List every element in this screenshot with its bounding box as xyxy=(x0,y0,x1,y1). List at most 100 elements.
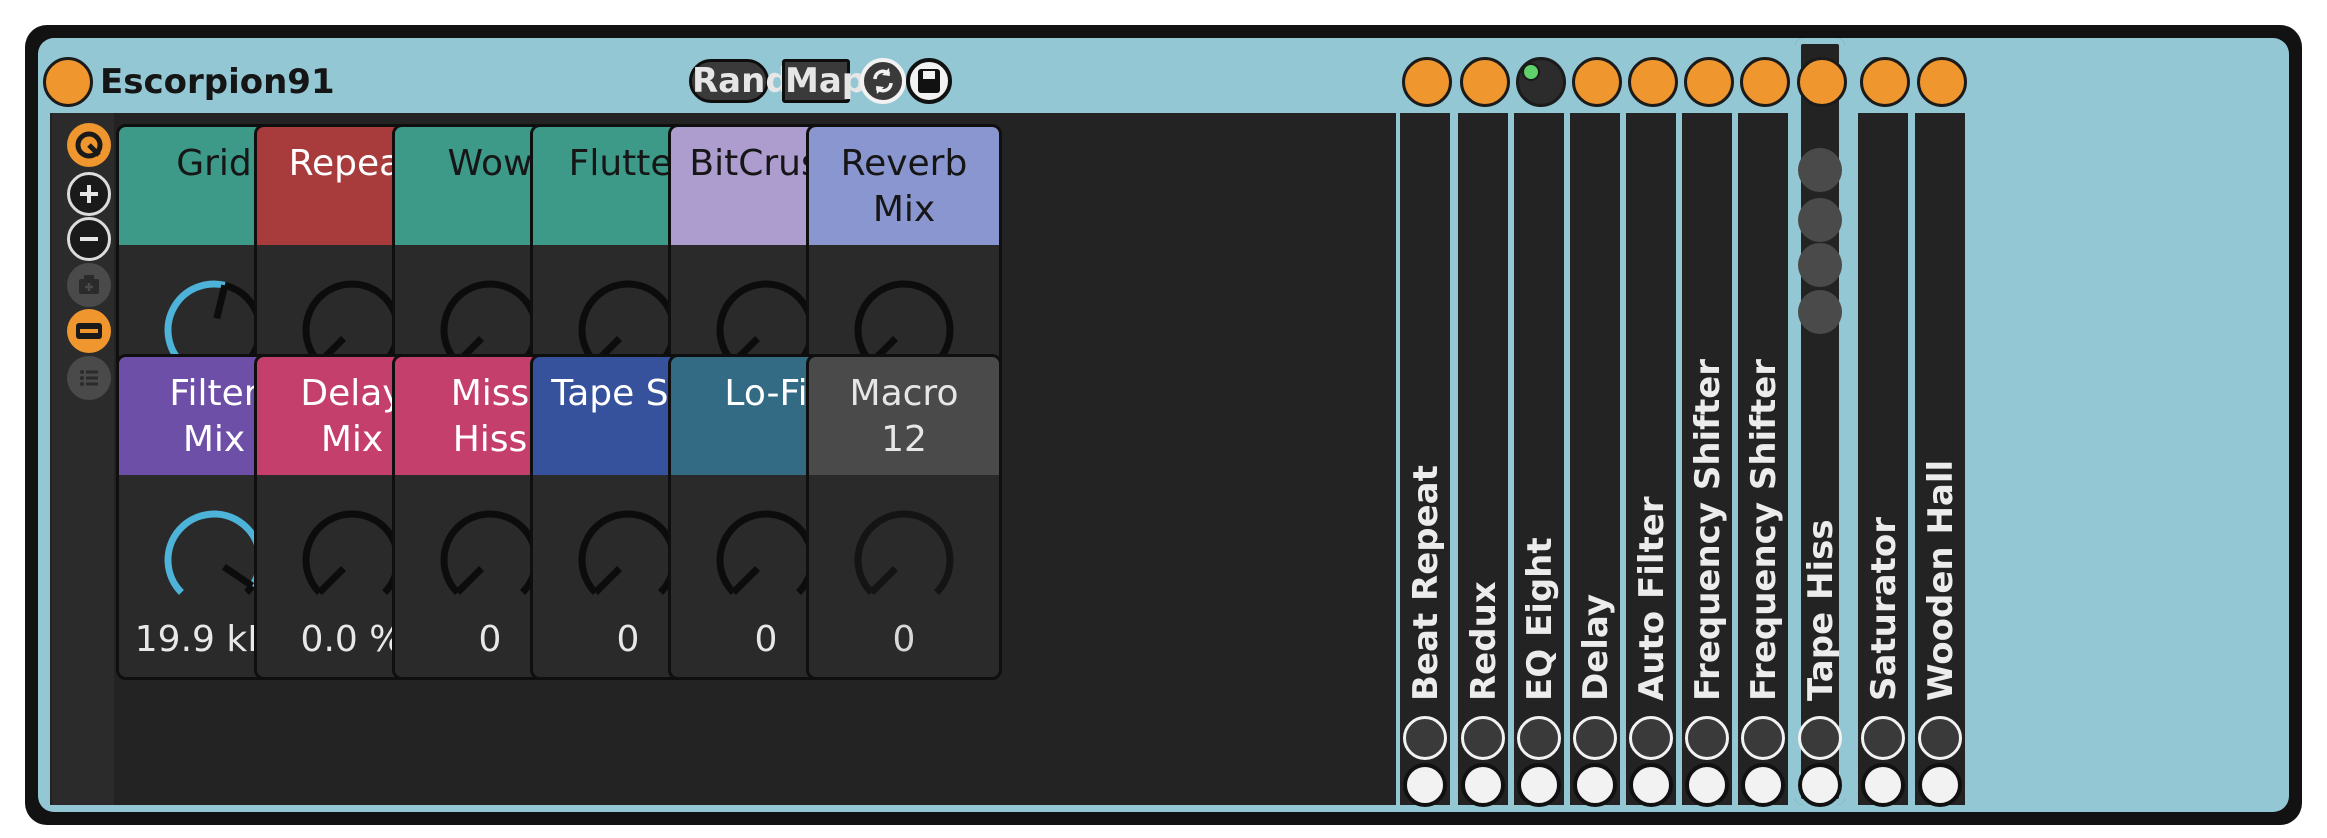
knob-needle xyxy=(221,563,255,589)
add-macro-icon xyxy=(80,185,98,203)
device-power-button[interactable] xyxy=(1628,57,1678,107)
device-power-button[interactable] xyxy=(1917,57,1967,107)
hot-swap-icon[interactable] xyxy=(1517,716,1561,760)
save-icon[interactable] xyxy=(1573,763,1617,807)
snapshot-button[interactable] xyxy=(67,263,111,307)
device-power-button[interactable] xyxy=(1740,57,1790,107)
macro-sidebar xyxy=(52,113,114,805)
device-column[interactable]: Redux xyxy=(1458,57,1510,807)
device-name[interactable]: Delay xyxy=(1576,594,1616,701)
save-icon[interactable] xyxy=(1403,763,1447,807)
hot-swap-icon[interactable] xyxy=(1573,716,1617,760)
device-column[interactable]: Frequency Shifter xyxy=(1682,57,1734,807)
hot-swap-icon xyxy=(873,68,893,94)
save-icon[interactable] xyxy=(1685,763,1729,807)
hot-swap-icon[interactable] xyxy=(1403,716,1447,760)
rand-button[interactable]: Rand xyxy=(689,59,790,103)
add-macro-button[interactable] xyxy=(67,172,111,216)
knob-track xyxy=(440,510,540,595)
knob-track xyxy=(578,280,678,365)
rack-frame: Escorpion91 Rand Map Grid Repeat Wow Flu… xyxy=(38,38,2289,812)
hot-swap-icon[interactable] xyxy=(1798,716,1842,760)
device-column[interactable]: Frequency Shifter xyxy=(1738,57,1790,807)
knob-track xyxy=(578,510,678,595)
device-column[interactable]: Wooden Hall xyxy=(1915,57,1967,807)
device-power-button[interactable] xyxy=(1516,57,1566,107)
macro-value: 0 xyxy=(892,619,916,660)
knob-track xyxy=(716,510,816,595)
device-power-button[interactable] xyxy=(1460,57,1510,107)
power-icon[interactable] xyxy=(1798,148,1842,192)
eq-indicator-led xyxy=(1522,63,1540,81)
macro-variations-button[interactable] xyxy=(67,309,111,353)
macro-variations-icon xyxy=(76,323,102,339)
hot-swap-icon[interactable] xyxy=(1685,716,1729,760)
knob-track xyxy=(302,280,402,365)
hot-swap-button[interactable] xyxy=(860,58,906,104)
knob-value-arc xyxy=(164,280,226,365)
hot-swap-icon[interactable] xyxy=(1918,716,1962,760)
map-button[interactable]: Map xyxy=(782,59,866,103)
save-icon[interactable] xyxy=(1798,763,1842,807)
show-chains-button[interactable] xyxy=(67,123,111,167)
rack-title[interactable]: Escorpion91 xyxy=(100,60,335,104)
rack-power-button[interactable] xyxy=(43,57,93,107)
device-power-button[interactable] xyxy=(1860,57,1910,107)
device-column[interactable]: EQ Eight xyxy=(1514,57,1566,807)
device-power-button[interactable] xyxy=(1402,57,1452,107)
chain-list-button[interactable] xyxy=(67,356,111,400)
knob-track xyxy=(854,280,954,365)
macro-knob[interactable] xyxy=(711,505,821,615)
device-name[interactable]: Frequency Shifter xyxy=(1688,359,1728,701)
remove-macro-button[interactable] xyxy=(67,217,111,261)
macro-knob[interactable] xyxy=(849,505,959,615)
hot-swap-icon[interactable] xyxy=(1741,716,1785,760)
hot-swap-icon[interactable] xyxy=(1861,716,1905,760)
knob-needle xyxy=(316,566,346,596)
device-name[interactable]: EQ Eight xyxy=(1520,537,1560,701)
hot-swap-icon[interactable] xyxy=(1461,716,1505,760)
macro-knob[interactable] xyxy=(159,505,269,615)
macro-label[interactable]: Reverb Mix xyxy=(809,127,999,245)
device-column[interactable]: Auto Filter xyxy=(1626,57,1678,807)
macro-variations-icon[interactable] xyxy=(1798,243,1842,287)
device-name[interactable]: Wooden Hall xyxy=(1921,460,1961,701)
save-icon[interactable] xyxy=(1918,763,1962,807)
chain-list-icon xyxy=(80,370,98,386)
device-name[interactable]: Frequency Shifter xyxy=(1744,359,1784,701)
knob-needle xyxy=(868,566,898,596)
hot-swap-icon[interactable] xyxy=(1629,716,1673,760)
device-power-button[interactable] xyxy=(1572,57,1622,107)
device-name[interactable]: Beat Repeat xyxy=(1406,465,1446,701)
macro-knob[interactable] xyxy=(435,505,545,615)
device-name[interactable]: Auto Filter xyxy=(1632,496,1672,701)
save-icon[interactable] xyxy=(1629,763,1673,807)
device-name[interactable]: Tape Hiss xyxy=(1801,519,1841,701)
remove-macro-icon[interactable] xyxy=(1798,290,1842,334)
device-name[interactable]: Saturator xyxy=(1864,517,1904,701)
macro-panel: Grid1/16Repeat0Wow0.00 HzFlutter0.00 HzB… xyxy=(50,113,1396,805)
device-power-button[interactable] xyxy=(1797,57,1847,107)
camera-icon[interactable] xyxy=(1798,198,1842,242)
save-icon[interactable] xyxy=(1861,763,1905,807)
save-icon[interactable] xyxy=(1517,763,1561,807)
macro-knob[interactable] xyxy=(573,505,683,615)
save-icon[interactable] xyxy=(1461,763,1505,807)
device-name[interactable]: Redux xyxy=(1464,581,1504,701)
macro-tile[interactable]: Macro 12 0 xyxy=(806,354,1002,680)
save-icon xyxy=(918,69,940,93)
knob-needle xyxy=(454,566,484,596)
remove-macro-icon xyxy=(80,237,98,241)
device-column[interactable]: Delay xyxy=(1570,57,1622,807)
device-power-button[interactable] xyxy=(1684,57,1734,107)
device-column[interactable]: Saturator xyxy=(1858,57,1910,807)
knob-needle xyxy=(730,566,760,596)
macro-label[interactable]: Macro 12 xyxy=(809,357,999,475)
save-icon[interactable] xyxy=(1741,763,1785,807)
knob-track xyxy=(854,510,954,595)
knob-track xyxy=(440,280,540,365)
device-rack: Escorpion91 Rand Map Grid Repeat Wow Flu… xyxy=(25,25,2302,825)
device-column[interactable]: Beat Repeat xyxy=(1400,57,1452,807)
save-preset-button[interactable] xyxy=(906,58,952,104)
macro-knob[interactable] xyxy=(297,505,407,615)
